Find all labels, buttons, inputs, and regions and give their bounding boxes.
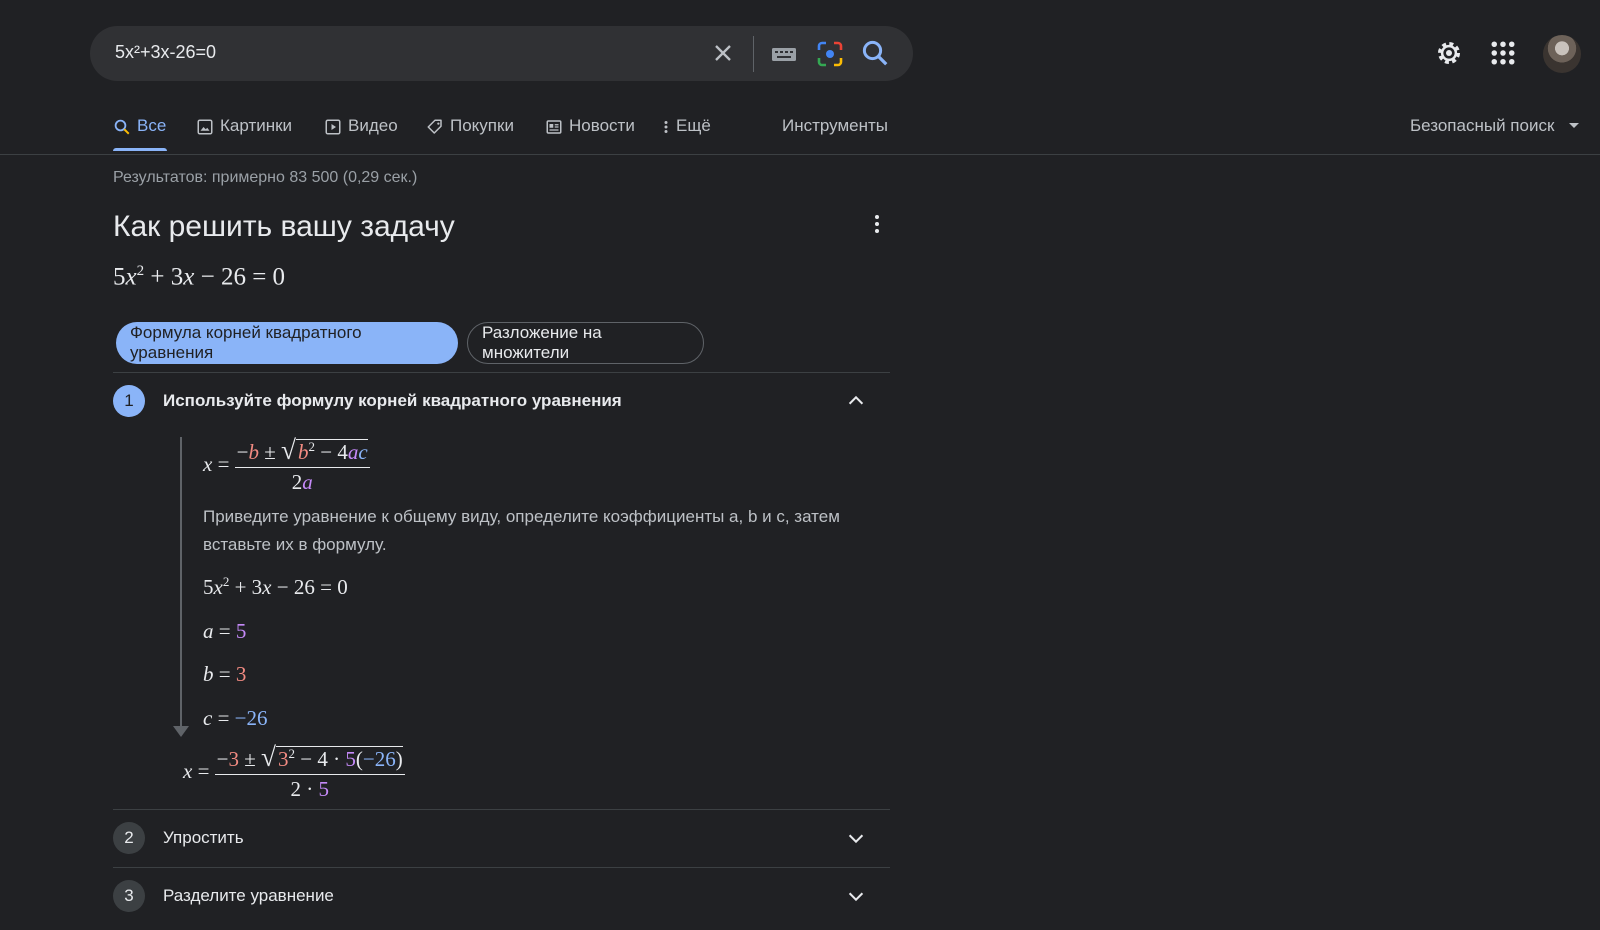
- avatar[interactable]: [1543, 35, 1581, 73]
- clear-icon[interactable]: [709, 39, 737, 67]
- step-2-header[interactable]: 2 Упростить: [113, 822, 890, 872]
- tab-label: Новости: [569, 116, 635, 135]
- tab-label: Видео: [348, 116, 398, 135]
- coefficient-c: c = −26: [203, 706, 268, 730]
- search-tabs: Все Картинки Видео Покупки Новости Ещё И…: [0, 104, 1600, 155]
- apps-grid-icon[interactable]: [1488, 38, 1518, 68]
- chevron-down-icon: [848, 834, 864, 844]
- step-1-header[interactable]: 1 Используйте формулу корней квадратного…: [113, 385, 890, 435]
- step-number: 2: [113, 822, 145, 854]
- search-icon[interactable]: [860, 38, 890, 68]
- safe-search-label: Безопасный поиск: [1410, 116, 1555, 135]
- tag-icon: [427, 119, 442, 134]
- search-box[interactable]: 5x²+3x-26=0: [90, 26, 913, 81]
- tab-video[interactable]: Видео: [324, 116, 398, 152]
- substituted-formula: x = −3 ± √32 − 4 · 5(−26) 2 · 5: [183, 742, 405, 801]
- search-divider: [753, 36, 754, 72]
- chip-label: Разложение на множители: [482, 323, 602, 362]
- method-chip-factoring[interactable]: Разложение на множители: [467, 322, 704, 364]
- coefficient-a: a = 5: [203, 619, 247, 643]
- news-icon: [546, 120, 562, 134]
- play-icon: [325, 119, 341, 135]
- step-title: Используйте формулу корней квадратного у…: [163, 391, 622, 410]
- search-input[interactable]: 5x²+3x-26=0: [115, 42, 216, 63]
- more-vert-icon: [664, 121, 668, 133]
- chevron-down-icon: [848, 892, 864, 902]
- safe-search-dropdown[interactable]: Безопасный поиск: [1410, 116, 1580, 136]
- tab-all[interactable]: Все: [113, 116, 166, 152]
- tab-label: Картинки: [220, 116, 293, 135]
- step-connector-line: [180, 437, 182, 729]
- tab-images[interactable]: Картинки: [196, 116, 292, 152]
- step-connector-arrow: [173, 726, 189, 737]
- coefficient-b: b = 3: [203, 662, 247, 686]
- step-3-header[interactable]: 3 Разделите уравнение: [113, 880, 890, 930]
- tab-more[interactable]: Ещё: [662, 116, 711, 152]
- image-icon: [197, 119, 213, 135]
- step-number: 1: [113, 385, 145, 417]
- solver-title: Как решить вашу задачу: [113, 210, 455, 243]
- tab-label: Покупки: [450, 116, 514, 135]
- problem-equation: 5x2 + 3x − 26 = 0: [113, 263, 286, 291]
- step-title: Разделите уравнение: [163, 886, 334, 905]
- tools-label: Инструменты: [782, 116, 889, 135]
- caret-down-icon: [1569, 123, 1580, 128]
- step-number: 3: [113, 880, 145, 912]
- tab-shopping[interactable]: Покупки: [426, 116, 514, 152]
- result-stats: Результатов: примерно 83 500 (0,29 сек.): [113, 169, 418, 186]
- divider: [113, 867, 890, 868]
- active-tab-indicator: [113, 148, 167, 151]
- step-title: Упростить: [163, 828, 244, 847]
- lens-icon[interactable]: [815, 39, 845, 69]
- chip-label: Формула корней квадратного уравнения: [130, 323, 362, 362]
- search-icon: [114, 119, 130, 135]
- tools-button[interactable]: Инструменты: [782, 116, 888, 152]
- tab-label: Ещё: [676, 116, 711, 135]
- divider: [113, 372, 890, 373]
- method-chip-quadratic-formula[interactable]: Формула корней квадратного уравнения: [116, 322, 458, 364]
- divider: [113, 809, 890, 810]
- tab-label: Все: [137, 116, 167, 135]
- step-description: Приведите уравнение к общему виду, опред…: [203, 507, 840, 554]
- standard-form-equation: 5x2 + 3x − 26 = 0: [203, 574, 348, 599]
- keyboard-icon[interactable]: [770, 42, 798, 66]
- settings-gear-icon[interactable]: [1434, 38, 1464, 68]
- more-vert-icon[interactable]: [867, 213, 887, 235]
- tab-news[interactable]: Новости: [545, 116, 635, 152]
- chevron-up-icon: [848, 395, 864, 405]
- quadratic-formula: x = −b ± √b2 − 4ac 2a: [203, 435, 370, 494]
